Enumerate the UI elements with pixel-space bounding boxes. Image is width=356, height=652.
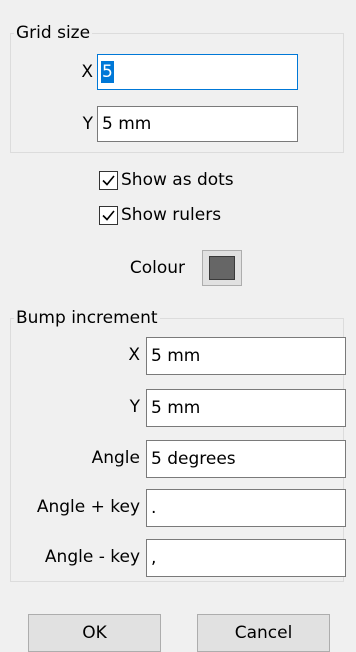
angle-minus-key-input[interactable] <box>146 539 346 577</box>
ok-button[interactable]: OK <box>28 614 161 652</box>
show-as-dots-label: Show as dots <box>121 170 234 190</box>
grid-y-label: Y <box>82 114 93 134</box>
bump-y-input[interactable] <box>146 389 346 427</box>
angle-plus-key-label: Angle + key <box>36 497 140 517</box>
bump-x-label: X <box>128 345 140 365</box>
bump-angle-label: Angle <box>91 448 140 468</box>
colour-picker-button[interactable] <box>202 250 242 286</box>
show-as-dots-checkbox[interactable] <box>99 170 118 190</box>
bump-angle-input[interactable] <box>146 440 346 478</box>
colour-label: Colour <box>129 258 185 278</box>
show-rulers-checkbox-row[interactable]: Show rulers <box>99 205 221 225</box>
show-rulers-checkbox[interactable] <box>99 205 118 225</box>
grid-size-title: Grid size <box>14 23 93 43</box>
bump-y-label: Y <box>129 397 140 417</box>
check-icon <box>102 174 115 186</box>
grid-y-input[interactable] <box>97 106 298 142</box>
show-as-dots-checkbox-row[interactable]: Show as dots <box>99 170 234 190</box>
bump-increment-title: Bump increment <box>14 308 160 328</box>
cancel-button[interactable]: Cancel <box>197 614 330 652</box>
grid-x-label: X <box>81 62 93 82</box>
show-rulers-label: Show rulers <box>121 205 222 225</box>
colour-swatch <box>209 256 235 280</box>
bump-x-input[interactable] <box>146 337 346 375</box>
angle-minus-key-label: Angle - key <box>44 547 140 567</box>
check-icon <box>102 209 115 221</box>
grid-x-input[interactable] <box>97 54 298 90</box>
angle-plus-key-input[interactable] <box>146 489 346 527</box>
